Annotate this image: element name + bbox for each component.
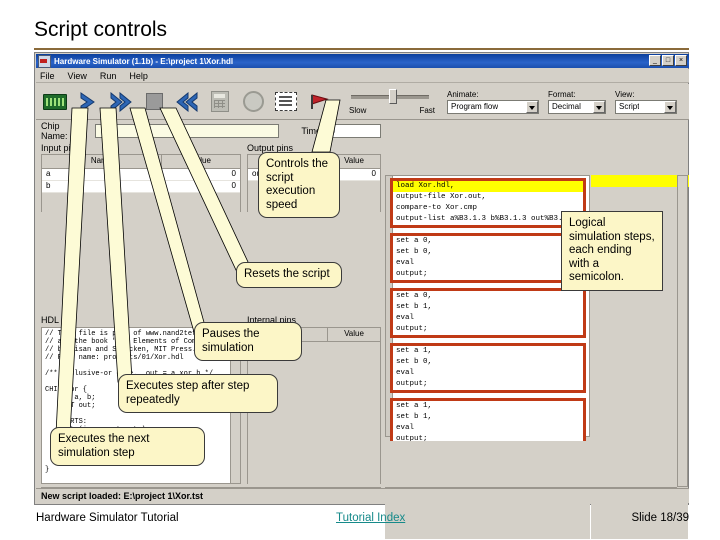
callout-step: Executes the next simulation step (50, 427, 205, 466)
callout-reset: Resets the script (236, 262, 342, 288)
callout-repeat: Executes step after step repeatedly (118, 374, 278, 413)
callout-speed: Controls the script execution speed (258, 152, 340, 218)
callout-pause: Pauses the simulation (194, 322, 302, 361)
callout-logical-steps: Logical simulation steps, each ending wi… (561, 211, 663, 291)
slide-root: Script controls Hardware Simulator (1.1b… (0, 0, 720, 540)
